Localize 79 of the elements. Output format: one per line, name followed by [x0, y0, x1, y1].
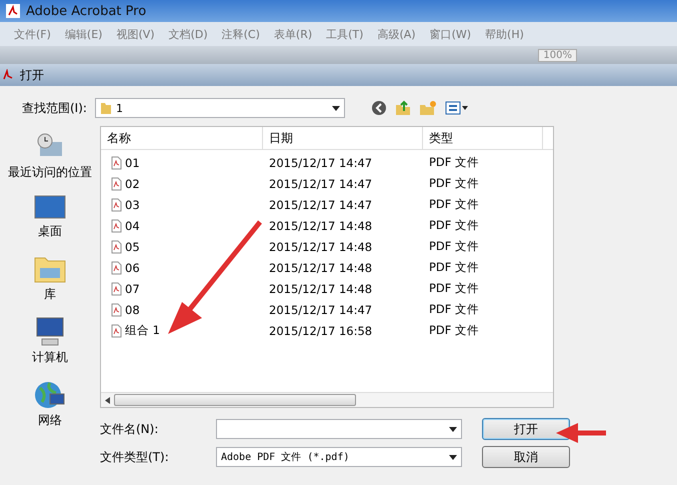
file-date: 2015/12/17 16:58: [268, 324, 374, 338]
pdf-file-icon: [111, 324, 122, 338]
menu-item[interactable]: 文档(D): [168, 26, 208, 42]
file-date: 2015/12/17 14:48: [268, 240, 374, 254]
file-type: PDF 文件: [428, 239, 480, 254]
network-globe-icon: [34, 380, 66, 410]
menu-item[interactable]: 文件(F): [14, 26, 51, 42]
dialog-title: 打开: [20, 66, 44, 84]
file-type: PDF 文件: [428, 302, 480, 317]
menu-item[interactable]: 编辑(E): [64, 26, 102, 42]
file-type: PDF 文件: [428, 218, 480, 233]
arrow-annotation: [556, 422, 606, 444]
pdf-file-icon: [111, 156, 122, 170]
file-name[interactable]: 08: [101, 302, 140, 316]
place-label[interactable]: 最近访问的位置: [8, 164, 92, 181]
file-type: PDF 文件: [428, 155, 480, 170]
scroll-left-icon[interactable]: [105, 396, 110, 404]
file-date: 2015/12/17 14:47: [268, 302, 374, 316]
menu-item[interactable]: 帮助(H): [485, 26, 524, 42]
pdf-file-icon: [111, 302, 122, 316]
dropdown-caret-icon[interactable]: [332, 106, 340, 110]
dropdown-caret-icon[interactable]: [449, 426, 457, 432]
file-type: PDF 文件: [428, 176, 480, 191]
view-menu-icon[interactable]: [444, 100, 469, 116]
file-type: PDF 文件: [428, 260, 480, 275]
look-in-dropdown[interactable]: 1: [94, 98, 345, 118]
up-folder-icon[interactable]: [394, 100, 411, 116]
look-in-label: 查找范围(I):: [22, 100, 87, 116]
file-date: 2015/12/17 14:48: [268, 260, 374, 274]
pdf-file-icon: [111, 260, 122, 274]
file-date: 2015/12/17 14:47: [268, 156, 374, 170]
menu-item[interactable]: 高级(A): [377, 26, 416, 42]
file-type: PDF 文件: [428, 281, 480, 296]
file-name-label: 文件名(N):: [100, 420, 160, 438]
acrobat-logo-icon: [6, 4, 20, 18]
file-date: 2015/12/17 14:47: [268, 198, 374, 212]
file-name[interactable]: 组合 1: [101, 323, 160, 338]
menu-item[interactable]: 视图(V): [116, 26, 155, 42]
computer-icon: [34, 317, 66, 347]
app-title: Adobe Acrobat Pro: [26, 4, 146, 18]
desktop-icon: [34, 195, 66, 221]
file-name[interactable]: 02: [101, 176, 140, 190]
file-date: 2015/12/17 14:48: [268, 282, 374, 296]
file-date: 2015/12/17 14:47: [268, 176, 374, 190]
back-icon[interactable]: [370, 100, 387, 116]
file-name[interactable]: 03: [101, 198, 140, 212]
file-name[interactable]: 05: [101, 240, 140, 254]
open-button[interactable]: 打开: [482, 418, 570, 440]
place-label[interactable]: 网络: [38, 412, 62, 429]
pdf-file-icon: [111, 176, 122, 190]
pdf-file-icon: [111, 240, 122, 254]
horizontal-scrollbar[interactable]: [101, 392, 553, 407]
acrobat-logo-icon: [2, 69, 14, 81]
pdf-file-icon: [111, 282, 122, 296]
file-type-label: 文件类型(T):: [100, 448, 170, 466]
menu-item[interactable]: 表单(R): [274, 26, 312, 42]
pdf-file-icon: [111, 218, 122, 232]
column-header[interactable]: 日期: [263, 127, 423, 149]
place-label[interactable]: 计算机: [32, 349, 68, 366]
column-header[interactable]: 名称: [101, 127, 263, 149]
file-type-dropdown[interactable]: Adobe PDF 文件 (*.pdf): [216, 447, 462, 467]
place-label[interactable]: 桌面: [38, 223, 62, 240]
pdf-file-icon: [111, 198, 122, 212]
file-name[interactable]: 04: [101, 218, 140, 232]
file-name[interactable]: 07: [101, 282, 140, 296]
folder-icon: [100, 101, 112, 115]
cancel-button[interactable]: 取消: [482, 446, 570, 468]
file-date: 2015/12/17 14:48: [268, 218, 374, 232]
file-name-field[interactable]: [216, 419, 462, 439]
file-name[interactable]: 01: [101, 156, 140, 170]
menu-item[interactable]: 窗口(W): [430, 26, 472, 42]
column-header[interactable]: 类型: [423, 127, 543, 149]
file-name[interactable]: 06: [101, 260, 140, 274]
file-type: PDF 文件: [428, 323, 480, 338]
menu-item[interactable]: 工具(T): [326, 26, 364, 42]
dropdown-caret-icon[interactable]: [449, 454, 457, 460]
place-label[interactable]: 库: [44, 286, 56, 303]
menu-item[interactable]: 注释(C): [222, 26, 260, 42]
file-type: PDF 文件: [428, 197, 480, 212]
